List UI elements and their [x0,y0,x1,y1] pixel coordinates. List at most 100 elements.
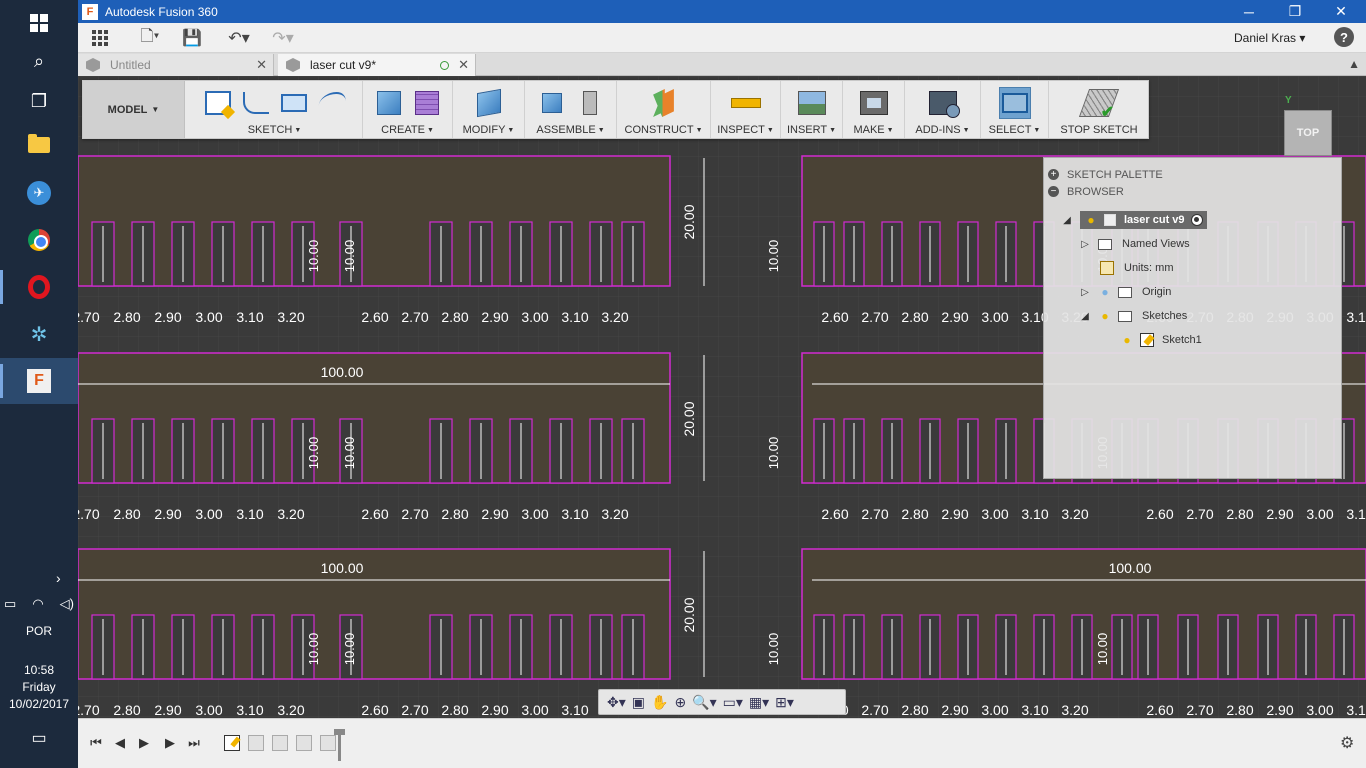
taskbar-mail-app[interactable]: ✈ [0,170,78,216]
close-tab-icon[interactable]: ✕ [458,57,469,73]
save-button[interactable]: 💾 [182,27,202,49]
offset-plane-button[interactable] [648,87,680,119]
orbit-icon[interactable]: ✥▾ [607,692,626,712]
taskbar-pinwheel-app[interactable]: ✲ [0,311,78,357]
modify-menu[interactable]: MODIFY ▼ [453,124,524,136]
viewcube[interactable]: TOP [1284,110,1332,156]
width-dimension-text: 2.90 [1266,702,1293,718]
maximize-button[interactable]: ❐ [1272,0,1318,23]
inspect-menu[interactable]: INSPECT ▼ [711,124,780,136]
collapse-triangle-icon[interactable]: ◢ [1078,311,1092,322]
timeline-feature-sketch[interactable] [224,735,240,751]
go-to-start-icon[interactable]: ⏮ [88,735,104,751]
pan-icon[interactable]: ✋ [651,692,668,712]
new-component-button[interactable] [536,87,568,119]
expand-triangle-icon[interactable]: ▷ [1078,239,1092,250]
close-button[interactable]: ✕ [1318,0,1364,23]
assemble-menu[interactable]: ASSEMBLE ▼ [525,124,616,136]
attached-canvas-button[interactable] [796,87,828,119]
3d-print-button[interactable] [858,87,890,119]
tree-sketches[interactable]: ◢ ● Sketches [1078,306,1187,326]
press-pull-button[interactable] [473,87,505,119]
look-at-icon[interactable]: ▣ [632,692,645,712]
tree-origin[interactable]: ▷ ● Origin [1078,282,1171,302]
visibility-bulb-icon[interactable]: ● [1098,309,1112,323]
line-tool-button[interactable] [240,87,272,119]
addins-menu[interactable]: ADD-INS ▼ [905,124,980,136]
create-form-button[interactable] [411,87,443,119]
construct-menu[interactable]: CONSTRUCT ▼ [617,124,710,136]
tree-named-views[interactable]: ▷ Named Views [1078,234,1190,254]
tab-overflow-icon[interactable]: ▲ [1348,57,1360,71]
tab-laser-cut[interactable]: laser cut v9* ✕ [278,54,476,76]
insert-menu[interactable]: INSERT ▼ [781,124,842,136]
task-view-button[interactable]: ❐ [0,78,78,124]
taskbar-fusion360[interactable]: F [0,358,78,404]
close-tab-icon[interactable]: ✕ [256,57,267,73]
data-panel-button[interactable] [90,27,110,49]
spline-tool-button[interactable] [316,87,348,119]
zoom-window-icon[interactable]: 🔍▾ [692,692,716,712]
extrude-button[interactable] [373,87,405,119]
workspace-switcher[interactable]: MODEL ▼ [83,81,185,138]
file-menu-button[interactable]: 🗋▾ [136,27,164,49]
redo-button[interactable]: ↷▾ [266,27,300,49]
battery-icon[interactable]: ▭ [4,596,16,612]
visibility-bulb-icon[interactable]: ● [1098,285,1112,299]
stop-sketch-button[interactable] [1078,87,1120,119]
display-settings-icon[interactable]: ▭▾ [723,692,743,712]
zoom-icon[interactable]: ⊕ [674,692,686,712]
select-menu[interactable]: SELECT ▼ [981,124,1048,136]
select-tool-button[interactable] [998,87,1031,119]
taskbar-opera[interactable] [0,264,78,310]
collapse-triangle-icon[interactable]: ◢ [1060,215,1074,226]
timeline-feature-5[interactable] [320,735,336,751]
step-forward-icon[interactable]: ▶ [162,735,178,751]
component-node[interactable]: ● laser cut v9 [1080,211,1207,229]
user-account-menu[interactable]: Daniel Kras ▾ [1234,31,1305,45]
taskbar-chrome[interactable] [0,217,78,263]
create-sketch-button[interactable] [202,87,234,119]
make-menu[interactable]: MAKE ▼ [843,124,904,136]
tree-sketch1[interactable]: ● Sketch1 [1120,330,1202,350]
scripts-addins-button[interactable] [927,87,960,119]
visibility-bulb-icon[interactable]: ● [1084,213,1098,227]
tree-root-component[interactable]: ◢ ● laser cut v9 [1060,210,1207,230]
expand-triangle-icon[interactable]: ▷ [1078,287,1092,298]
wifi-icon[interactable]: ◠ [32,596,43,612]
joint-button[interactable] [574,87,606,119]
step-back-icon[interactable]: ◀ [112,735,128,751]
grid-settings-icon[interactable]: ▦▾ [749,692,769,712]
rectangle-tool-button[interactable] [278,87,310,119]
clock-time[interactable]: 10:58 [0,663,78,677]
viewports-icon[interactable]: ⊞▾ [775,692,794,712]
tab-untitled[interactable]: Untitled ✕ [78,54,274,76]
sketch-menu[interactable]: SKETCH ▼ [187,124,362,136]
create-menu[interactable]: CREATE ▼ [363,124,452,136]
taskbar-file-explorer[interactable] [0,122,78,168]
browser-header[interactable]: − BROWSER [1044,183,1341,200]
go-to-end-icon[interactable]: ⏭ [186,735,202,751]
sketch-palette-header[interactable]: + SKETCH PALETTE [1044,166,1341,183]
undo-button[interactable]: ↶▾ [222,27,256,49]
volume-icon[interactable]: ◁) [60,596,74,612]
tree-units[interactable]: Units: mm [1100,258,1174,278]
clock-day[interactable]: Friday [0,680,78,694]
input-language[interactable]: POR [0,624,78,638]
activate-radio-icon[interactable] [1190,214,1203,226]
play-icon[interactable]: ▶ [136,735,152,751]
clock-date[interactable]: 10/02/2017 [0,697,78,711]
measure-button[interactable] [730,87,762,119]
visibility-bulb-icon[interactable]: ● [1120,333,1134,347]
width-dimension-text: 2.60 [1146,702,1173,718]
timeline-feature-2[interactable] [248,735,264,751]
help-button[interactable]: ? [1334,27,1354,47]
stop-sketch-label[interactable]: STOP SKETCH [1049,124,1149,136]
timeline-settings-gear-icon[interactable]: ⚙ [1340,733,1354,753]
timeline-feature-4[interactable] [296,735,312,751]
minimize-button[interactable]: ─ [1226,0,1272,23]
timeline-feature-3[interactable] [272,735,288,751]
timeline-marker[interactable] [334,729,345,761]
action-center-icon[interactable]: ▭ [28,728,50,748]
chevron-right-icon[interactable]: › [56,570,61,586]
